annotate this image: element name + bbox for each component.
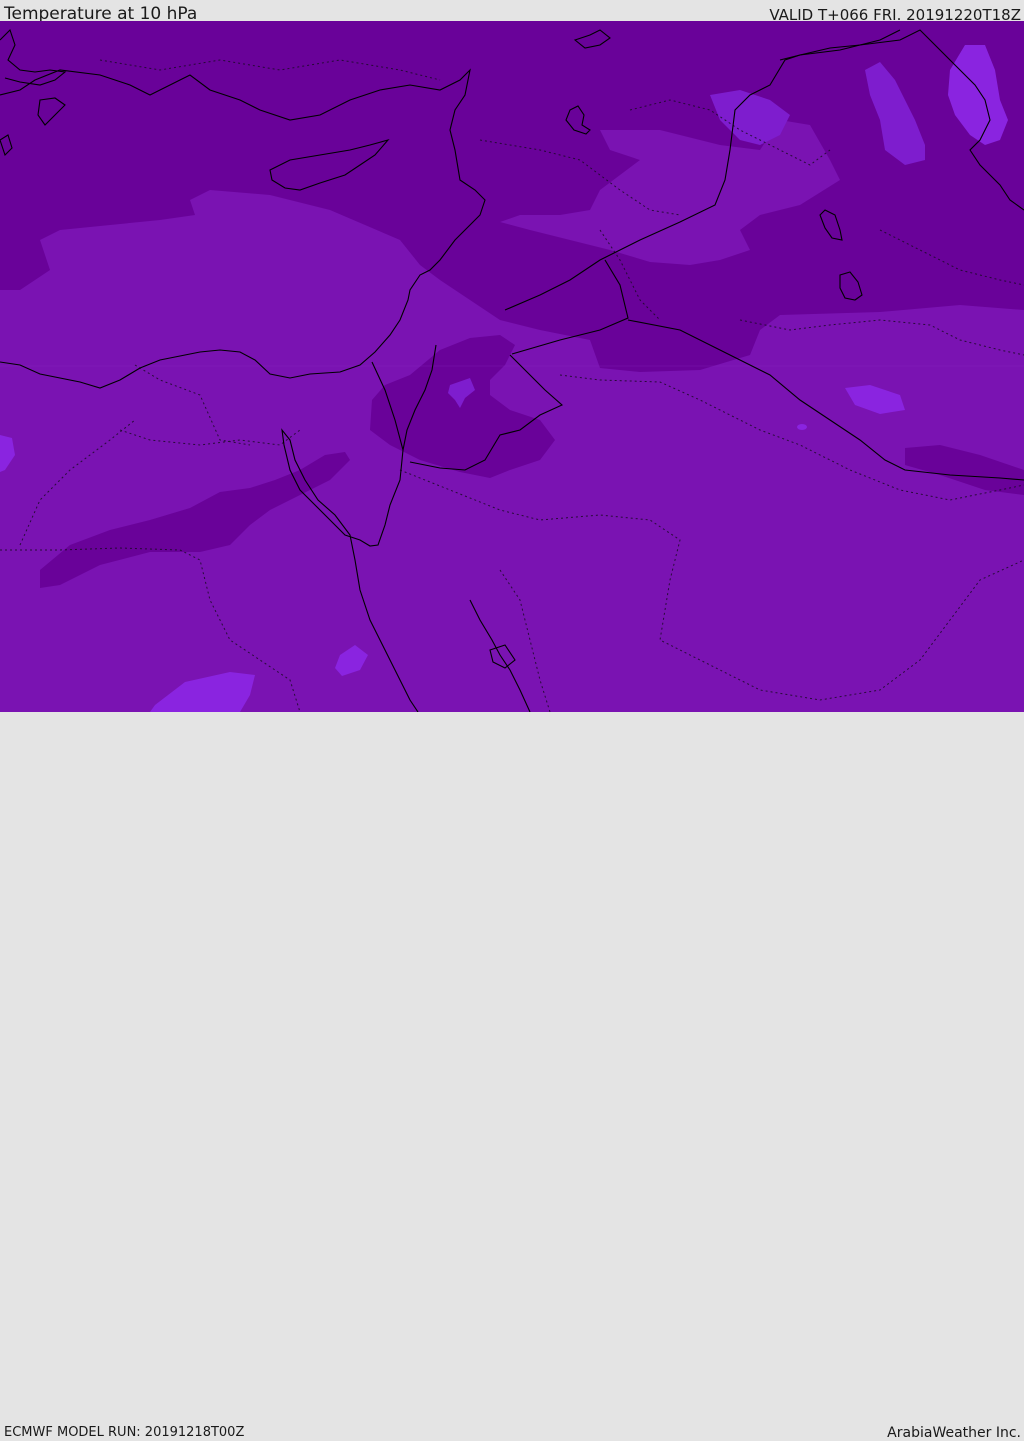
footer-bar: ECMWF MODEL RUN: 20191218T00Z ArabiaWeat…: [0, 712, 1024, 1441]
credit-label: ArabiaWeather Inc.: [887, 1425, 1021, 1441]
warm-dot: [797, 424, 807, 430]
header-bar: Temperature at 10 hPa VALID T+066 FRI. 2…: [0, 0, 1024, 24]
model-run-label: ECMWF MODEL RUN: 20191218T00Z: [4, 1425, 245, 1440]
temperature-map: [0, 21, 1024, 712]
